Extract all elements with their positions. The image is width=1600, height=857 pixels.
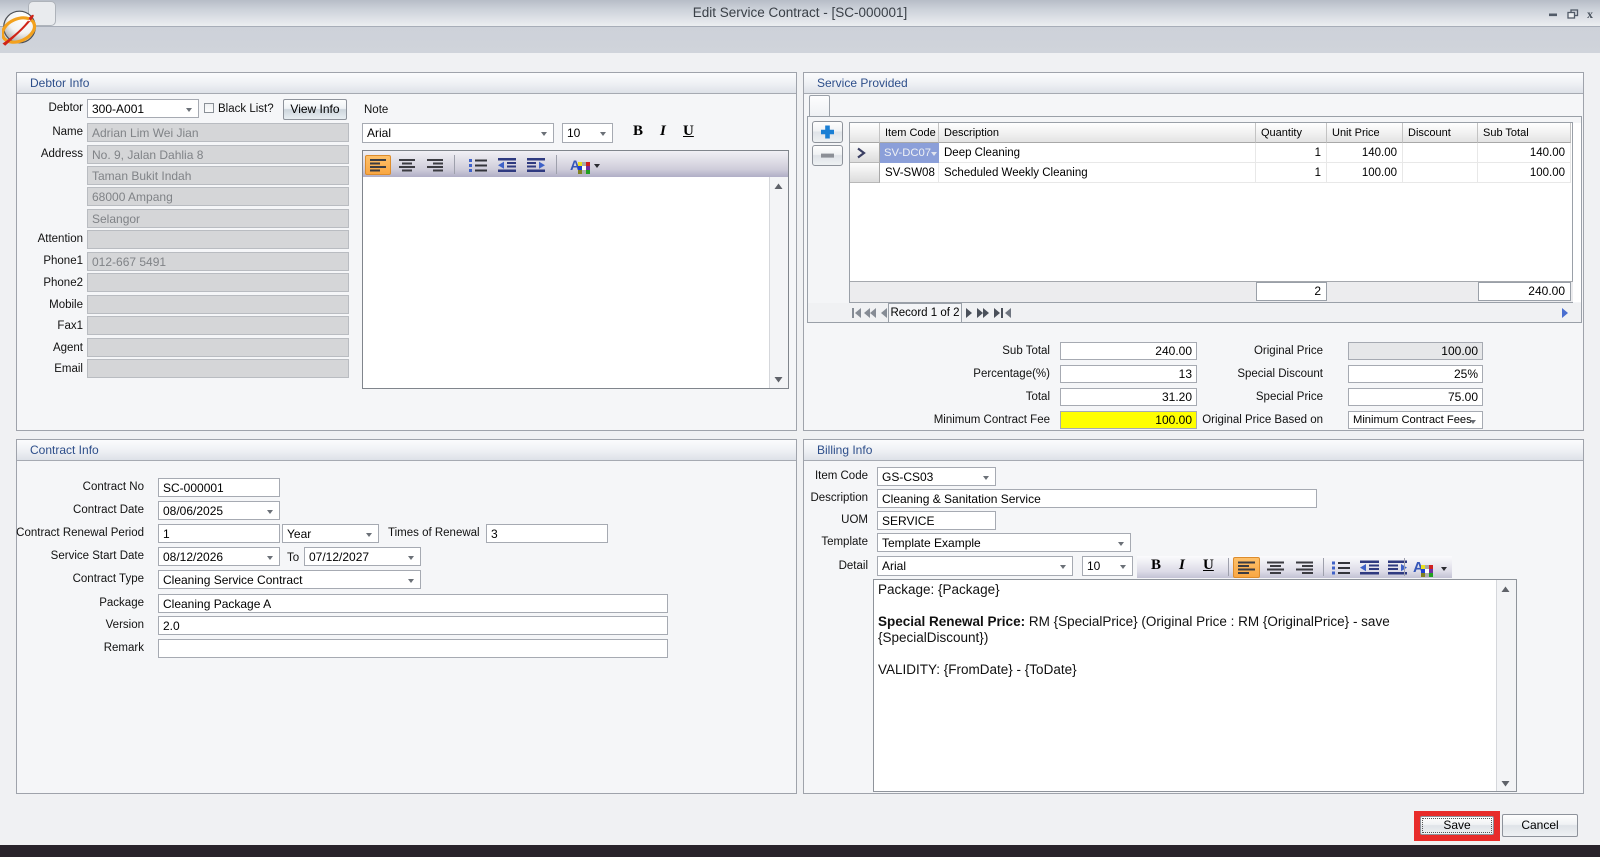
svg-text:x: x xyxy=(1587,9,1593,21)
